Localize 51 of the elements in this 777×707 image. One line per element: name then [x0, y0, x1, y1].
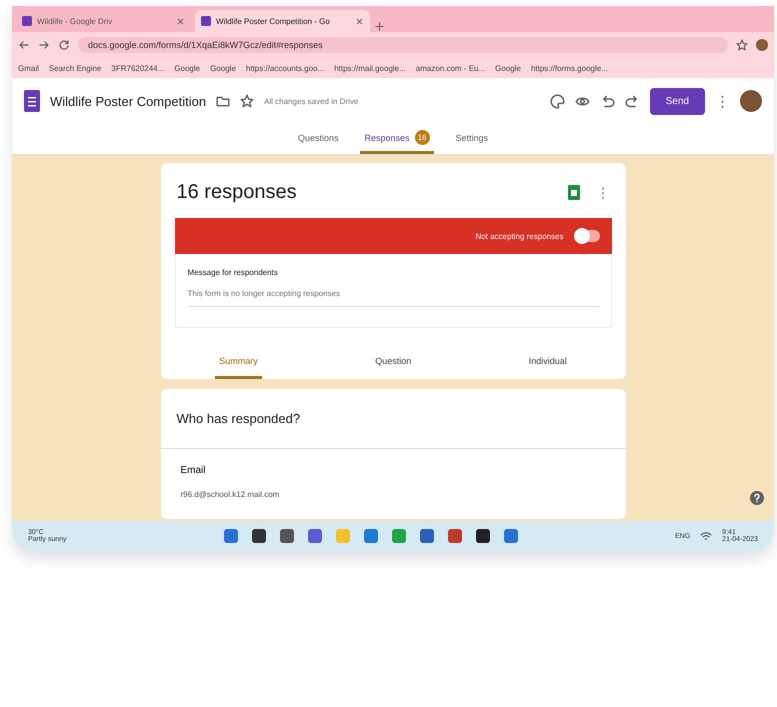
send-button[interactable]: Send [650, 88, 705, 114]
address-bar[interactable]: docs.google.com/forms/d/1XqaEi8kW7Gcz/edit#responses [78, 37, 728, 53]
avatar-icon[interactable] [740, 90, 762, 112]
banner-text: Not accepting responses [475, 232, 564, 240]
bookmark-link[interactable]: amazon.com - Eu... [416, 64, 486, 72]
help-icon[interactable] [750, 491, 764, 505]
forward-icon[interactable] [38, 39, 50, 51]
column-label: Email [180, 465, 207, 476]
bookmark-link[interactable]: https://accounts.goo... [246, 64, 324, 72]
browser-tab[interactable]: Wildlife - Google Driv [16, 10, 191, 32]
avatar-icon[interactable] [756, 39, 768, 51]
bookmark-link[interactable]: https://mail.google... [334, 64, 406, 72]
tab-label: Questions [298, 132, 338, 142]
folder-icon[interactable] [216, 94, 230, 108]
bookmark-link[interactable]: Google [495, 64, 521, 72]
wifi-icon[interactable] [700, 530, 712, 542]
redo-icon[interactable] [624, 94, 640, 108]
bookmark-link[interactable]: Google [210, 64, 236, 72]
email-text: r96.d@school.k12.mail.com [180, 490, 280, 499]
message-field[interactable]: This form is no longer accepting responses [188, 289, 598, 307]
plus-icon[interactable] [374, 21, 385, 32]
view-tab[interactable]: Question [371, 356, 416, 379]
save-status: All changes saved in Drive [264, 96, 358, 106]
spreadsheet-icon[interactable] [568, 185, 580, 200]
browser-tab[interactable]: Wildlife Poster Competition - Go [195, 10, 370, 32]
form-favicon-icon [201, 16, 211, 26]
responses-heading: 16 responses [176, 181, 298, 204]
form-title: Wildlife Poster Competition [50, 94, 206, 108]
reload-icon[interactable] [58, 39, 70, 51]
back-icon[interactable] [18, 39, 30, 51]
toggle-switch[interactable] [574, 230, 600, 242]
view-tab[interactable]: Summary [215, 356, 262, 379]
tab-label: Settings [456, 132, 488, 142]
field-label: Message for respondents [188, 268, 279, 277]
bookmark-link[interactable]: Search Engine [48, 64, 102, 72]
form-favicon-icon [22, 16, 32, 26]
view-tab[interactable]: Individual [524, 356, 571, 379]
tab-label: Responses [364, 132, 410, 142]
star-icon[interactable] [736, 39, 748, 51]
bookmark-link[interactable]: https://forms.google... [530, 64, 608, 72]
bookmark-link[interactable]: 3FR7620244... [111, 64, 164, 72]
close-icon[interactable] [176, 16, 185, 26]
forms-logo-icon [24, 90, 40, 112]
close-icon[interactable] [355, 16, 364, 26]
star-icon[interactable] [240, 94, 254, 108]
bookmark-link[interactable]: Gmail [18, 64, 39, 72]
section-heading: Who has responded? [160, 389, 626, 449]
form-tab[interactable]: Questions [294, 124, 342, 154]
form-tab[interactable]: Settings [452, 124, 492, 154]
bookmark-link[interactable]: Google [174, 64, 200, 72]
count-badge: 16 [414, 130, 430, 145]
